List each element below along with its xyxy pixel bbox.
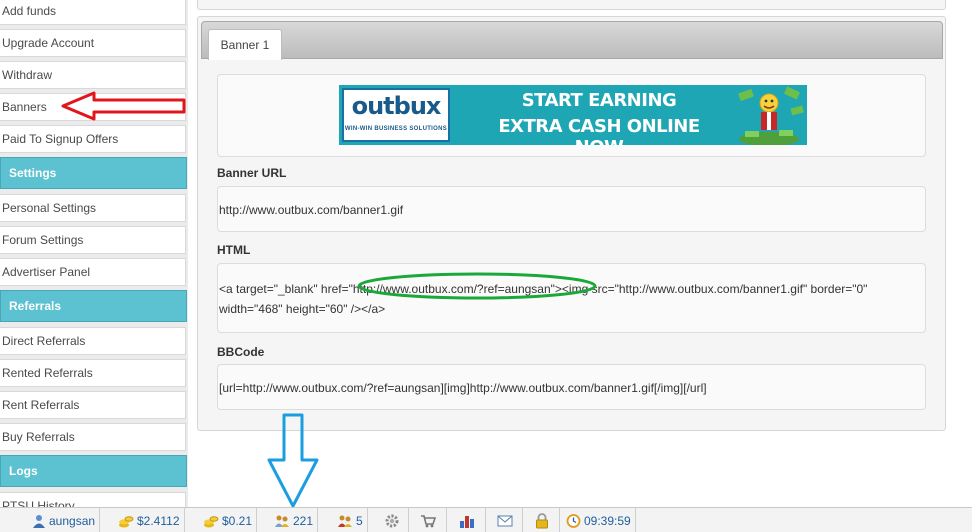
bottom-taskbar: aungsan $2.4112 $0.21 221 5 09:39:59 bbox=[0, 507, 972, 532]
sidebar-item-paid-to-signup-offers[interactable]: Paid To Signup Offers bbox=[0, 125, 186, 153]
gear-icon bbox=[385, 514, 399, 527]
sidebar-item-advertiser-panel[interactable]: Advertiser Panel bbox=[0, 258, 186, 286]
html-code-box[interactable]: <a target="_blank" href="http://www.outb… bbox=[217, 263, 926, 333]
rented-referrals-count: 5 bbox=[356, 513, 363, 528]
previous-panel bbox=[197, 0, 946, 10]
bbcode-label: BBCode bbox=[217, 345, 265, 359]
cash-mascot-icon bbox=[738, 86, 804, 145]
sidebar-header-settings[interactable]: Settings bbox=[0, 157, 187, 189]
clock-icon bbox=[566, 514, 581, 528]
stats-icon bbox=[459, 515, 474, 528]
cart-icon bbox=[421, 514, 436, 527]
sidebar-item-buy-referrals[interactable]: Buy Referrals bbox=[0, 423, 186, 451]
referrals-icon bbox=[275, 515, 289, 527]
taskbar-purchase-balance[interactable]: $0.21 bbox=[199, 508, 258, 532]
sidebar-item-add-funds[interactable]: Add funds bbox=[0, 0, 186, 25]
outbux-logo-tagline: WIN-WIN BUSINESS SOLUTIONS bbox=[344, 126, 448, 132]
username: aungsan bbox=[49, 513, 96, 528]
banner-headline-1: START EARNING bbox=[521, 90, 677, 111]
sidebar: Add funds Upgrade Account Withdraw Banne… bbox=[0, 0, 188, 512]
banner-headline-2: EXTRA CASH ONLINE NOW bbox=[498, 116, 700, 145]
sidebar-item-upgrade-account[interactable]: Upgrade Account bbox=[0, 29, 186, 57]
bbcode-value: [url=http://www.outbux.com/?ref=aungsan]… bbox=[219, 381, 707, 395]
bbcode-box[interactable]: [url=http://www.outbux.com/?ref=aungsan]… bbox=[217, 364, 926, 410]
tab-banner-1[interactable]: Banner 1 bbox=[208, 29, 282, 60]
tab-bar: Banner 1 bbox=[201, 21, 943, 60]
taskbar-cart[interactable] bbox=[410, 508, 447, 532]
sidebar-item-direct-referrals[interactable]: Direct Referrals bbox=[0, 327, 186, 355]
taskbar-user[interactable]: aungsan bbox=[28, 508, 101, 532]
taskbar-settings[interactable] bbox=[376, 508, 409, 532]
taskbar-rented-referrals[interactable]: 5 bbox=[333, 508, 368, 532]
direct-referrals-count: 221 bbox=[293, 513, 314, 528]
sidebar-header-logs[interactable]: Logs bbox=[0, 455, 187, 487]
banner-preview-box: outbux WIN-WIN BUSINESS SOLUTIONS START … bbox=[217, 74, 926, 157]
taskbar-logout[interactable] bbox=[524, 508, 560, 532]
sidebar-header-referrals[interactable]: Referrals bbox=[0, 290, 187, 322]
banner-url-label: Banner URL bbox=[217, 166, 287, 180]
banner-url-box[interactable]: http://www.outbux.com/banner1.gif bbox=[217, 186, 926, 232]
outbux-logo: outbux WIN-WIN BUSINESS SOLUTIONS bbox=[342, 88, 450, 142]
user-icon bbox=[33, 514, 45, 528]
clock-time: 09:39:59 bbox=[584, 513, 631, 528]
main-balance-value: $2.4112 bbox=[137, 513, 180, 528]
sidebar-item-personal-settings[interactable]: Personal Settings bbox=[0, 194, 186, 222]
banner-url-value: http://www.outbux.com/banner1.gif bbox=[219, 203, 404, 217]
taskbar-direct-referrals[interactable]: 221 bbox=[270, 508, 319, 532]
taskbar-messages[interactable] bbox=[487, 508, 523, 532]
taskbar-main-balance[interactable]: $2.4112 bbox=[114, 508, 185, 532]
rented-referrals-icon bbox=[338, 515, 352, 527]
outbux-logo-text: outbux bbox=[351, 92, 442, 120]
banner-image[interactable]: outbux WIN-WIN BUSINESS SOLUTIONS START … bbox=[339, 85, 807, 145]
sidebar-item-forum-settings[interactable]: Forum Settings bbox=[0, 226, 186, 254]
sidebar-item-rented-referrals[interactable]: Rented Referrals bbox=[0, 359, 186, 387]
html-code-value: <a target="_blank" href="http://www.outb… bbox=[219, 282, 868, 316]
mail-icon bbox=[497, 515, 512, 526]
sidebar-item-withdraw[interactable]: Withdraw bbox=[0, 61, 186, 89]
html-label: HTML bbox=[217, 243, 251, 257]
taskbar-stats[interactable] bbox=[448, 508, 486, 532]
banner-panel: Banner 1 outbux WIN-WIN BUSINESS SOLUTIO… bbox=[197, 16, 946, 431]
taskbar-clock: 09:39:59 bbox=[562, 508, 636, 532]
sidebar-item-rent-referrals[interactable]: Rent Referrals bbox=[0, 391, 186, 419]
sidebar-item-banners[interactable]: Banners bbox=[0, 93, 186, 121]
coins-icon bbox=[119, 515, 134, 527]
purchase-balance-value: $0.21 bbox=[222, 513, 253, 528]
coins-icon bbox=[204, 515, 219, 527]
lock-icon bbox=[535, 512, 548, 528]
